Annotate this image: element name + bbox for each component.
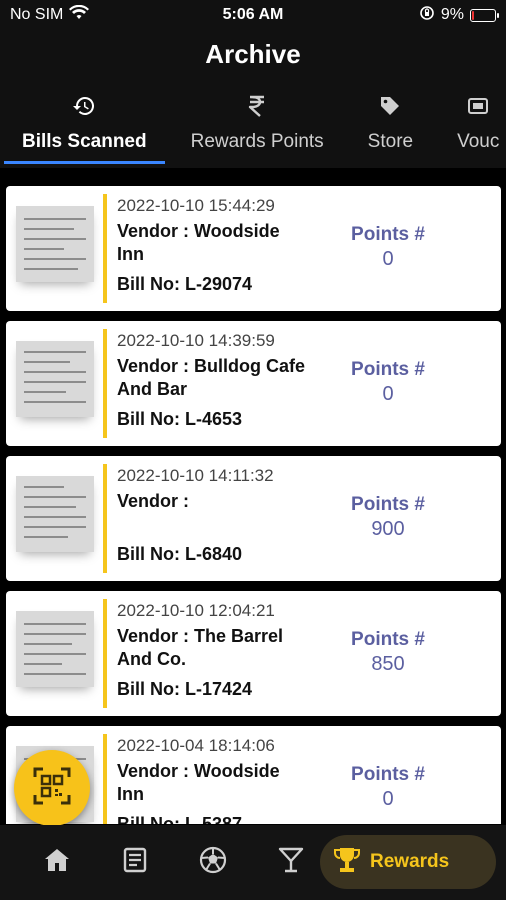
receipt-thumbnail[interactable]: [16, 610, 94, 687]
scan-bill-button[interactable]: [14, 750, 90, 826]
bill-datetime: 2022-10-10 14:11:32: [117, 466, 274, 485]
status-bar: No SIM 5:06 AM 9%: [0, 0, 506, 30]
nav-sports[interactable]: [174, 833, 252, 893]
tab-bills-scanned[interactable]: Bills Scanned: [0, 78, 169, 168]
bill-card[interactable]: 2022-10-10 12:04:21 Vendor : The Barrel …: [6, 591, 501, 716]
bill-datetime: 2022-10-10 12:04:21: [117, 601, 275, 620]
tab-label: Store: [367, 131, 414, 152]
archive-tabs: Bills Scanned Rewards Points Store Vouc: [0, 78, 506, 168]
wifi-icon: [69, 4, 90, 26]
bill-number: Bill No: L-6840: [117, 544, 243, 564]
bill-vendor: Vendor :: [117, 491, 190, 511]
bill-datetime: 2022-10-10 15:44:29: [117, 196, 275, 215]
points-value: 0: [382, 788, 394, 810]
card-divider: [103, 194, 107, 303]
card-divider: [103, 329, 107, 438]
bill-points: Points # 0: [333, 224, 443, 271]
points-label: Points #: [351, 494, 425, 515]
receipt-thumbnail[interactable]: [16, 340, 94, 417]
bills-list[interactable]: 2022-10-10 15:44:29 Vendor : Woodside In…: [0, 168, 506, 824]
history-icon: [71, 93, 97, 119]
receipt-thumbnail[interactable]: [16, 475, 94, 552]
bill-number: Bill No: L-29074: [117, 274, 253, 294]
bill-datetime: 2022-10-04 18:14:06: [117, 736, 275, 755]
page-title: Archive: [205, 38, 301, 69]
voucher-icon: [465, 93, 491, 119]
nav-rewards[interactable]: Rewards: [320, 835, 496, 889]
bill-vendor: Vendor : The Barrel And Co.: [117, 626, 284, 669]
card-divider: [103, 464, 107, 573]
tag-icon: [377, 93, 403, 119]
tab-label: Rewards Points: [190, 131, 324, 152]
battery-icon: [470, 8, 499, 22]
trophy-icon: [332, 845, 362, 880]
document-icon: [123, 847, 147, 878]
ball-icon: [198, 845, 228, 880]
bill-vendor: Vendor : Woodside Inn: [117, 761, 280, 804]
tab-store[interactable]: Store: [346, 78, 435, 168]
nav-drinks[interactable]: [252, 833, 330, 893]
points-label: Points #: [351, 629, 425, 650]
points-value: 0: [382, 248, 394, 270]
bottom-navigation: Rewards: [0, 825, 506, 900]
card-divider: [103, 734, 107, 824]
points-value: 0: [382, 383, 394, 405]
bill-number: Bill No: L-4653: [117, 409, 243, 429]
tab-label: Vouc: [457, 131, 500, 152]
nav-rewards-label: Rewards: [370, 851, 450, 872]
bill-number: Bill No: L-17424: [117, 679, 253, 699]
receipt-thumbnail[interactable]: [16, 205, 94, 282]
points-label: Points #: [351, 764, 425, 785]
bill-points: Points # 0: [333, 359, 443, 406]
tab-label: Bills Scanned: [22, 131, 147, 152]
battery-level: [472, 10, 474, 20]
nav-bills[interactable]: [96, 833, 174, 893]
bill-vendor: Vendor : Bulldog Cafe And Bar: [117, 356, 306, 399]
qr-scan-icon: [33, 767, 71, 810]
nav-home[interactable]: [18, 833, 96, 893]
points-label: Points #: [351, 359, 425, 380]
bill-points: Points # 0: [333, 764, 443, 811]
bill-points: Points # 900: [333, 494, 443, 541]
bill-vendor: Vendor : Woodside Inn: [117, 221, 280, 264]
tab-rewards-points[interactable]: Rewards Points: [169, 78, 346, 168]
bill-number: Bill No: L-5387: [117, 814, 243, 824]
points-value: 900: [371, 518, 405, 540]
bill-datetime: 2022-10-10 14:39:59: [117, 331, 275, 350]
app-header: Archive: [0, 30, 506, 78]
bill-card[interactable]: 2022-10-10 14:11:32 Vendor : Bill No: L-…: [6, 456, 501, 581]
bill-card[interactable]: 2022-10-10 14:39:59 Vendor : Bulldog Caf…: [6, 321, 501, 446]
tab-vouchers[interactable]: Vouc: [435, 78, 506, 168]
bill-card[interactable]: 2022-10-10 15:44:29 Vendor : Woodside In…: [6, 186, 501, 311]
carrier-label: No SIM: [10, 6, 64, 23]
cocktail-icon: [278, 846, 304, 879]
orientation-lock-icon: [419, 5, 435, 26]
rupee-icon: [244, 93, 270, 119]
home-icon: [43, 847, 71, 878]
battery-percent: 9%: [440, 6, 464, 23]
points-label: Points #: [351, 224, 425, 245]
bill-points: Points # 850: [333, 629, 443, 676]
card-divider: [103, 599, 107, 708]
points-value: 850: [371, 653, 405, 675]
